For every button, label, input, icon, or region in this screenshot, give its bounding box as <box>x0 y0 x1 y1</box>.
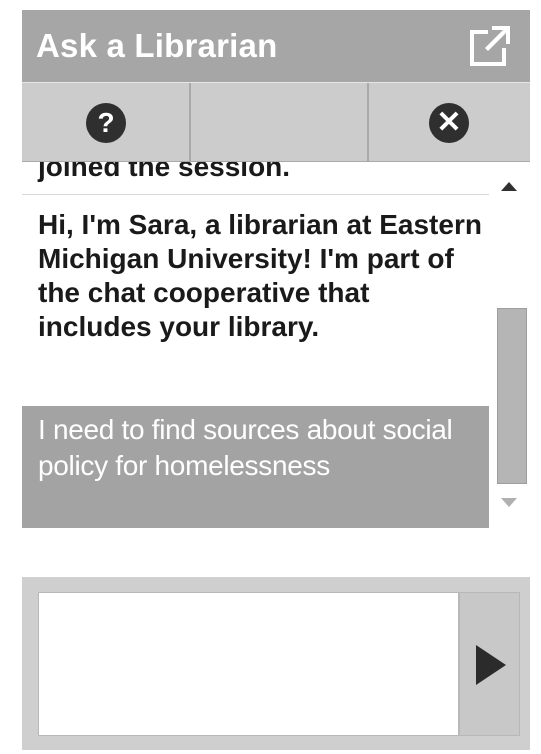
widget-header: Ask a Librarian <box>22 10 530 82</box>
help-icon[interactable]: ? <box>86 103 126 143</box>
toolbar-empty-slot <box>191 83 369 161</box>
scroll-down-icon[interactable] <box>501 498 517 507</box>
scroll-up-icon[interactable] <box>501 182 517 191</box>
widget-title: Ask a Librarian <box>36 27 278 64</box>
patron-message: I need to find sources about social poli… <box>22 406 489 528</box>
popout-icon[interactable] <box>466 22 514 70</box>
chat-transcript[interactable]: joined the session. Hi, I'm Sara, a libr… <box>22 162 530 528</box>
typing-status-area <box>22 528 530 578</box>
system-message: joined the session. <box>22 162 489 195</box>
message-composer <box>22 578 530 750</box>
librarian-message: Hi, I'm Sara, a librarian at Eastern Mic… <box>38 209 482 342</box>
transcript-scrollbar[interactable] <box>489 162 530 528</box>
send-icon[interactable] <box>476 645 506 685</box>
send-button[interactable] <box>459 592 520 736</box>
toolbar: ? ✕ <box>22 82 530 162</box>
chat-widget: Ask a Librarian ? ✕ joined the session. … <box>22 10 530 750</box>
message-input[interactable] <box>38 592 459 736</box>
close-icon[interactable]: ✕ <box>429 103 469 143</box>
close-button[interactable]: ✕ <box>369 83 530 161</box>
patron-message-text: I need to find sources about social poli… <box>38 414 453 481</box>
help-button[interactable]: ? <box>22 83 191 161</box>
scroll-thumb[interactable] <box>497 308 527 484</box>
